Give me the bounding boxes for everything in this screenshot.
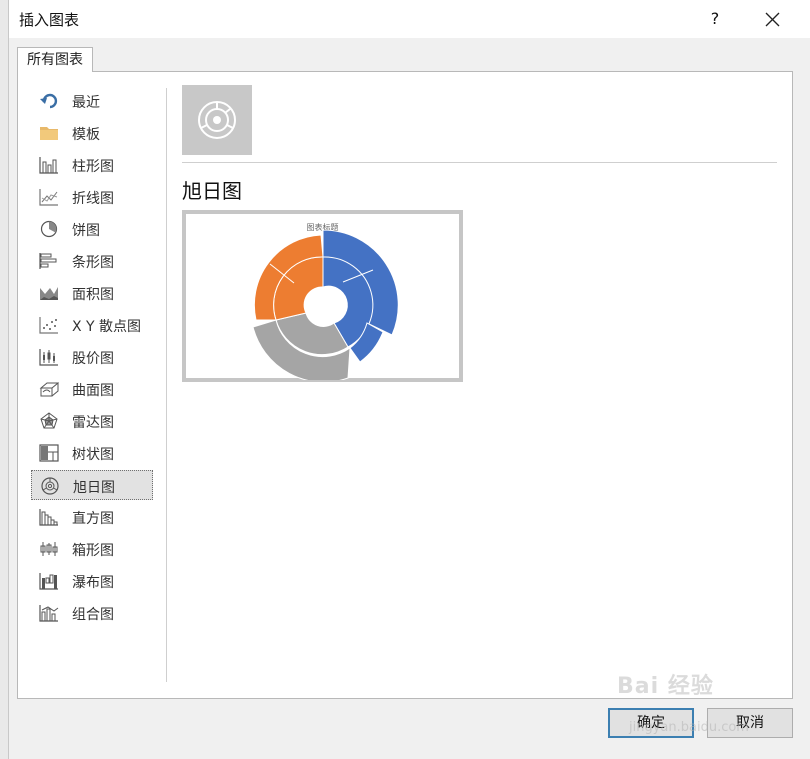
- area-chart-icon: [40, 287, 58, 300]
- treemap-chart-icon: [39, 444, 59, 462]
- sidebar-item-column[interactable]: 柱形图: [31, 150, 153, 180]
- sidebar-item-label: 雷达图: [72, 415, 114, 431]
- pie-chart-icon: [40, 220, 58, 238]
- watermark-url: jingyan.baidu.com: [629, 720, 749, 735]
- sunburst-preview-graphic: [252, 230, 398, 380]
- sidebar-item-label: 直方图: [72, 511, 114, 527]
- sidebar-item-waterfall[interactable]: 瀑布图: [31, 566, 153, 596]
- sunburst-chart-icon: [41, 477, 59, 495]
- sidebar-item-recent[interactable]: 最近: [31, 86, 153, 116]
- sidebar-item-label: 曲面图: [72, 383, 114, 399]
- content-divider: [182, 162, 777, 163]
- sidebar-item-treemap[interactable]: 树状图: [31, 438, 153, 468]
- radar-chart-icon: [40, 412, 58, 429]
- recent-undo-icon: [40, 93, 58, 109]
- line-chart-icon: [39, 189, 58, 206]
- sidebar-item-label: 旭日图: [73, 480, 115, 496]
- waterfall-chart-icon: [39, 573, 58, 590]
- sidebar-item-label: 箱形图: [72, 543, 114, 559]
- sidebar-item-bar[interactable]: 条形图: [31, 246, 153, 276]
- chart-type-heading: 旭日图: [182, 179, 242, 203]
- combo-chart-icon: [39, 605, 59, 622]
- sidebar-item-label: 瀑布图: [72, 575, 114, 591]
- sidebar-item-histogram[interactable]: 直方图: [31, 502, 153, 532]
- close-button[interactable]: [757, 4, 787, 34]
- sidebar-item-box-whisker[interactable]: 箱形图: [31, 534, 153, 564]
- sidebar-item-stock[interactable]: 股价图: [31, 342, 153, 372]
- sidebar-item-label: 组合图: [72, 607, 114, 623]
- sidebar-item-label: 条形图: [72, 255, 114, 271]
- sidebar-item-line[interactable]: 折线图: [31, 182, 153, 212]
- sunburst-preview[interactable]: 图表标题: [182, 210, 463, 382]
- sidebar-item-surface[interactable]: 曲面图: [31, 374, 153, 404]
- sidebar-item-combo[interactable]: 组合图: [31, 598, 153, 628]
- sidebar-item-label: 饼图: [72, 223, 100, 239]
- stock-chart-icon: [39, 349, 58, 366]
- sidebar-divider: [166, 88, 167, 682]
- sidebar-item-area[interactable]: 面积图: [31, 278, 153, 308]
- sidebar-item-label: X Y 散点图: [72, 319, 142, 335]
- tab-all-charts[interactable]: 所有图表: [17, 47, 93, 72]
- sidebar-item-label: 模板: [72, 127, 100, 143]
- scatter-chart-icon: [39, 317, 58, 334]
- column-chart-icon: [39, 157, 58, 174]
- box-whisker-chart-icon: [40, 542, 58, 556]
- sidebar-item-label: 面积图: [72, 287, 114, 303]
- sunburst-thumbnail-icon: [198, 101, 236, 139]
- histogram-chart-icon: [39, 509, 58, 526]
- folder-icon: [40, 127, 58, 140]
- insert-chart-dialog: 插入图表 ? 所有图表 最近 模板 柱形图 折线图 饼图 条形图 面积图 X Y…: [8, 0, 810, 759]
- close-icon: [765, 12, 780, 27]
- sidebar-item-scatter[interactable]: X Y 散点图: [31, 310, 153, 340]
- sidebar-item-radar[interactable]: 雷达图: [31, 406, 153, 436]
- sidebar-item-label: 最近: [72, 95, 100, 111]
- bar-chart-icon: [39, 253, 57, 269]
- sidebar-item-label: 柱形图: [72, 159, 114, 175]
- help-button[interactable]: ?: [703, 6, 727, 32]
- dialog-title: 插入图表: [19, 11, 80, 29]
- sidebar-item-templates[interactable]: 模板: [31, 118, 153, 148]
- sidebar-item-label: 树状图: [72, 447, 114, 463]
- sunburst-subtype-thumbnail[interactable]: [182, 85, 252, 155]
- sidebar-item-pie[interactable]: 饼图: [31, 214, 153, 244]
- surface-chart-icon: [39, 382, 59, 397]
- sidebar-item-label: 股价图: [72, 351, 114, 367]
- title-bar: 插入图表 ?: [9, 0, 810, 38]
- watermark-logo: Bai 经验: [617, 674, 714, 699]
- sidebar-item-sunburst[interactable]: 旭日图: [31, 470, 153, 500]
- sidebar-item-label: 折线图: [72, 191, 114, 207]
